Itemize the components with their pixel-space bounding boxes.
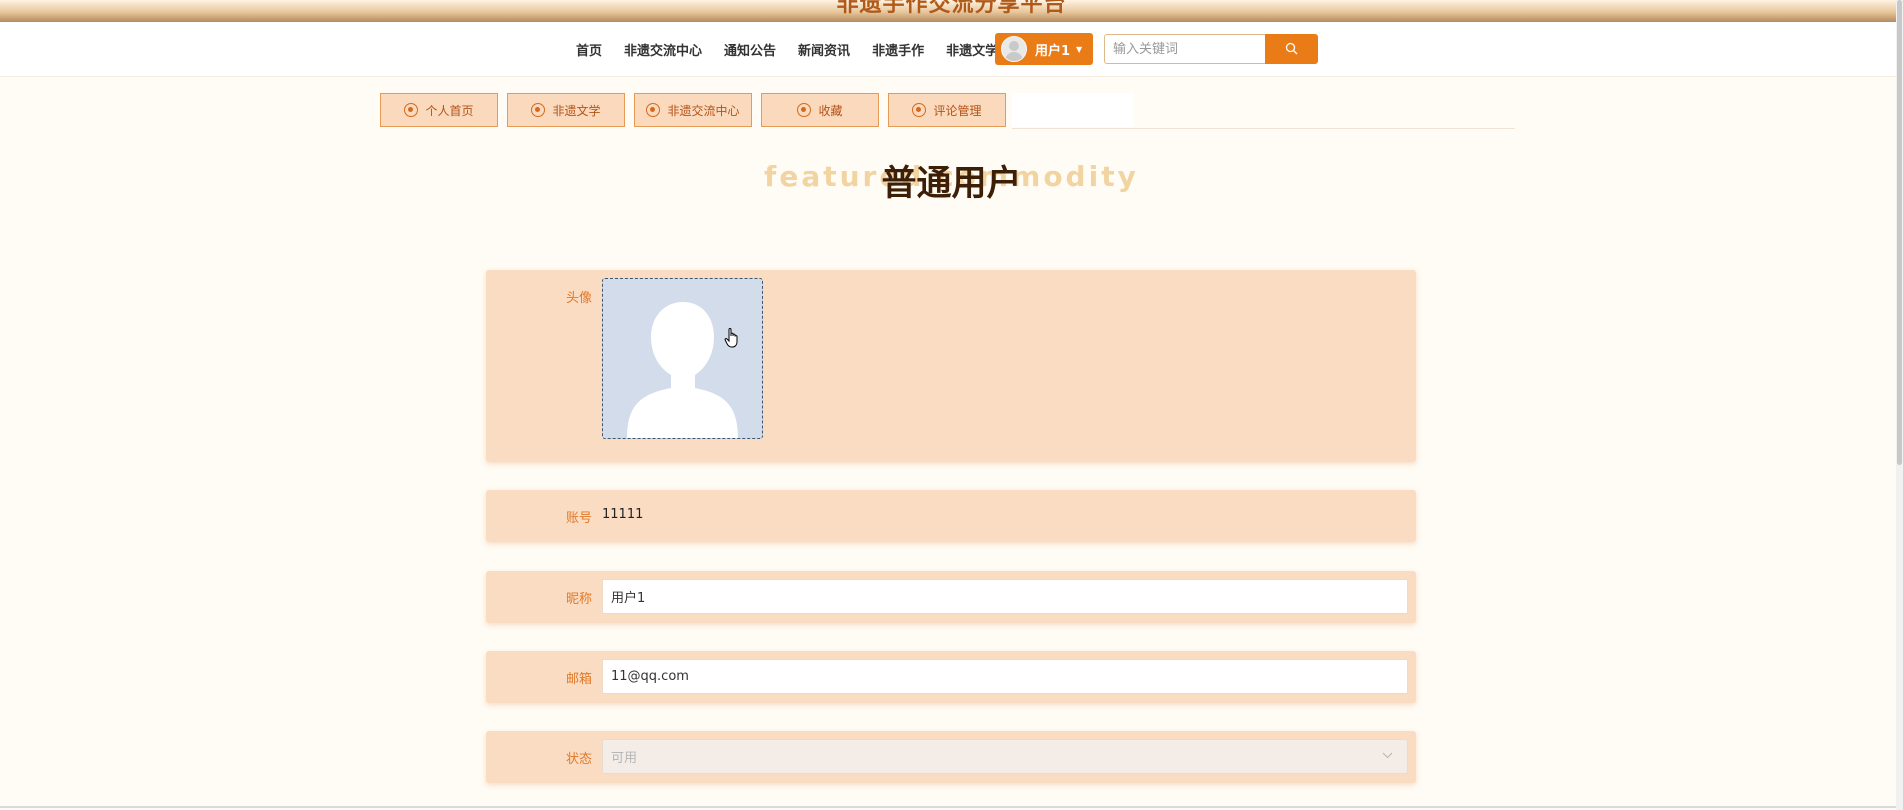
circle-dot-icon (912, 103, 927, 117)
tab-label: 个人首页 (425, 103, 474, 118)
caret-down-icon: ▼ (1076, 44, 1083, 54)
tab-label: 非遗文学 (552, 103, 601, 118)
avatar-upload[interactable] (602, 278, 763, 439)
nav-item-handcraft[interactable]: 非遗手作 (872, 40, 924, 59)
page-title: 普通用户 (881, 164, 1022, 204)
nav-item-news[interactable]: 新闻资讯 (798, 40, 850, 59)
chevron-down-icon (1382, 752, 1393, 759)
tab-comment-management[interactable]: 评论管理 (888, 93, 1006, 127)
navbar: 首页 非遗交流中心 通知公告 新闻资讯 非遗手作 非遗文学 用户1 ▼ (0, 22, 1903, 77)
tab-favorites[interactable]: 收藏 (761, 93, 879, 127)
divider (1012, 128, 1515, 129)
header-banner: 非遗手作交流分享平台 (0, 0, 1903, 22)
email-label: 邮箱 (565, 672, 592, 687)
tab-exchange-center[interactable]: 非遗交流中心 (634, 93, 752, 127)
tab-label: 评论管理 (933, 103, 982, 118)
tab-personal-home[interactable]: 个人首页 (380, 93, 498, 127)
tab-label: 收藏 (818, 103, 843, 118)
avatar-label: 头像 (565, 291, 592, 306)
site-title: 非遗手作交流分享平台 (836, 0, 1067, 17)
status-select[interactable]: 可用 (602, 739, 1408, 774)
nickname-field[interactable] (602, 579, 1408, 614)
nickname-row: 昵称 (486, 571, 1416, 623)
avatar (1001, 36, 1027, 62)
tab-placeholder (1012, 93, 1134, 127)
nickname-label: 昵称 (565, 592, 592, 607)
status-label: 状态 (565, 752, 592, 767)
account-row: 账号 11111 (486, 490, 1416, 542)
email-field[interactable] (602, 659, 1408, 694)
status-value: 可用 (611, 751, 638, 766)
email-row: 邮箱 (486, 651, 1416, 703)
nav-item-home[interactable]: 首页 (576, 40, 602, 59)
search-icon (1285, 42, 1298, 55)
avatar-row: 头像 (486, 270, 1416, 462)
profile-tabs: 个人首页 非遗文学 非遗交流中心 收藏 评论管理 (380, 93, 1015, 127)
nav-item-literature[interactable]: 非遗文学 (946, 40, 998, 59)
search-input[interactable] (1104, 34, 1266, 64)
user-name: 用户1 (1035, 43, 1071, 59)
circle-dot-icon (404, 103, 419, 117)
search-button[interactable] (1265, 34, 1318, 64)
tab-label: 非遗交流中心 (667, 103, 740, 118)
account-label: 账号 (565, 511, 592, 526)
bottom-divider (0, 806, 1896, 808)
nav-item-notices[interactable]: 通知公告 (724, 40, 776, 59)
tab-literature[interactable]: 非遗文学 (507, 93, 625, 127)
nav-links: 首页 非遗交流中心 通知公告 新闻资讯 非遗手作 非遗文学 (576, 22, 1020, 76)
circle-dot-icon (531, 103, 546, 117)
person-silhouette-icon (627, 302, 738, 438)
hand-cursor-icon (724, 328, 738, 348)
circle-dot-icon (797, 103, 812, 117)
user-menu-button[interactable]: 用户1 ▼ (995, 33, 1093, 65)
scrollbar-thumb[interactable] (1897, 0, 1902, 465)
page-heading: featured commodity 普通用户 (0, 155, 1903, 205)
nav-item-exchange-center[interactable]: 非遗交流中心 (624, 40, 702, 59)
status-row: 状态 可用 (486, 731, 1416, 783)
account-value: 11111 (602, 507, 644, 522)
circle-dot-icon (646, 103, 661, 117)
